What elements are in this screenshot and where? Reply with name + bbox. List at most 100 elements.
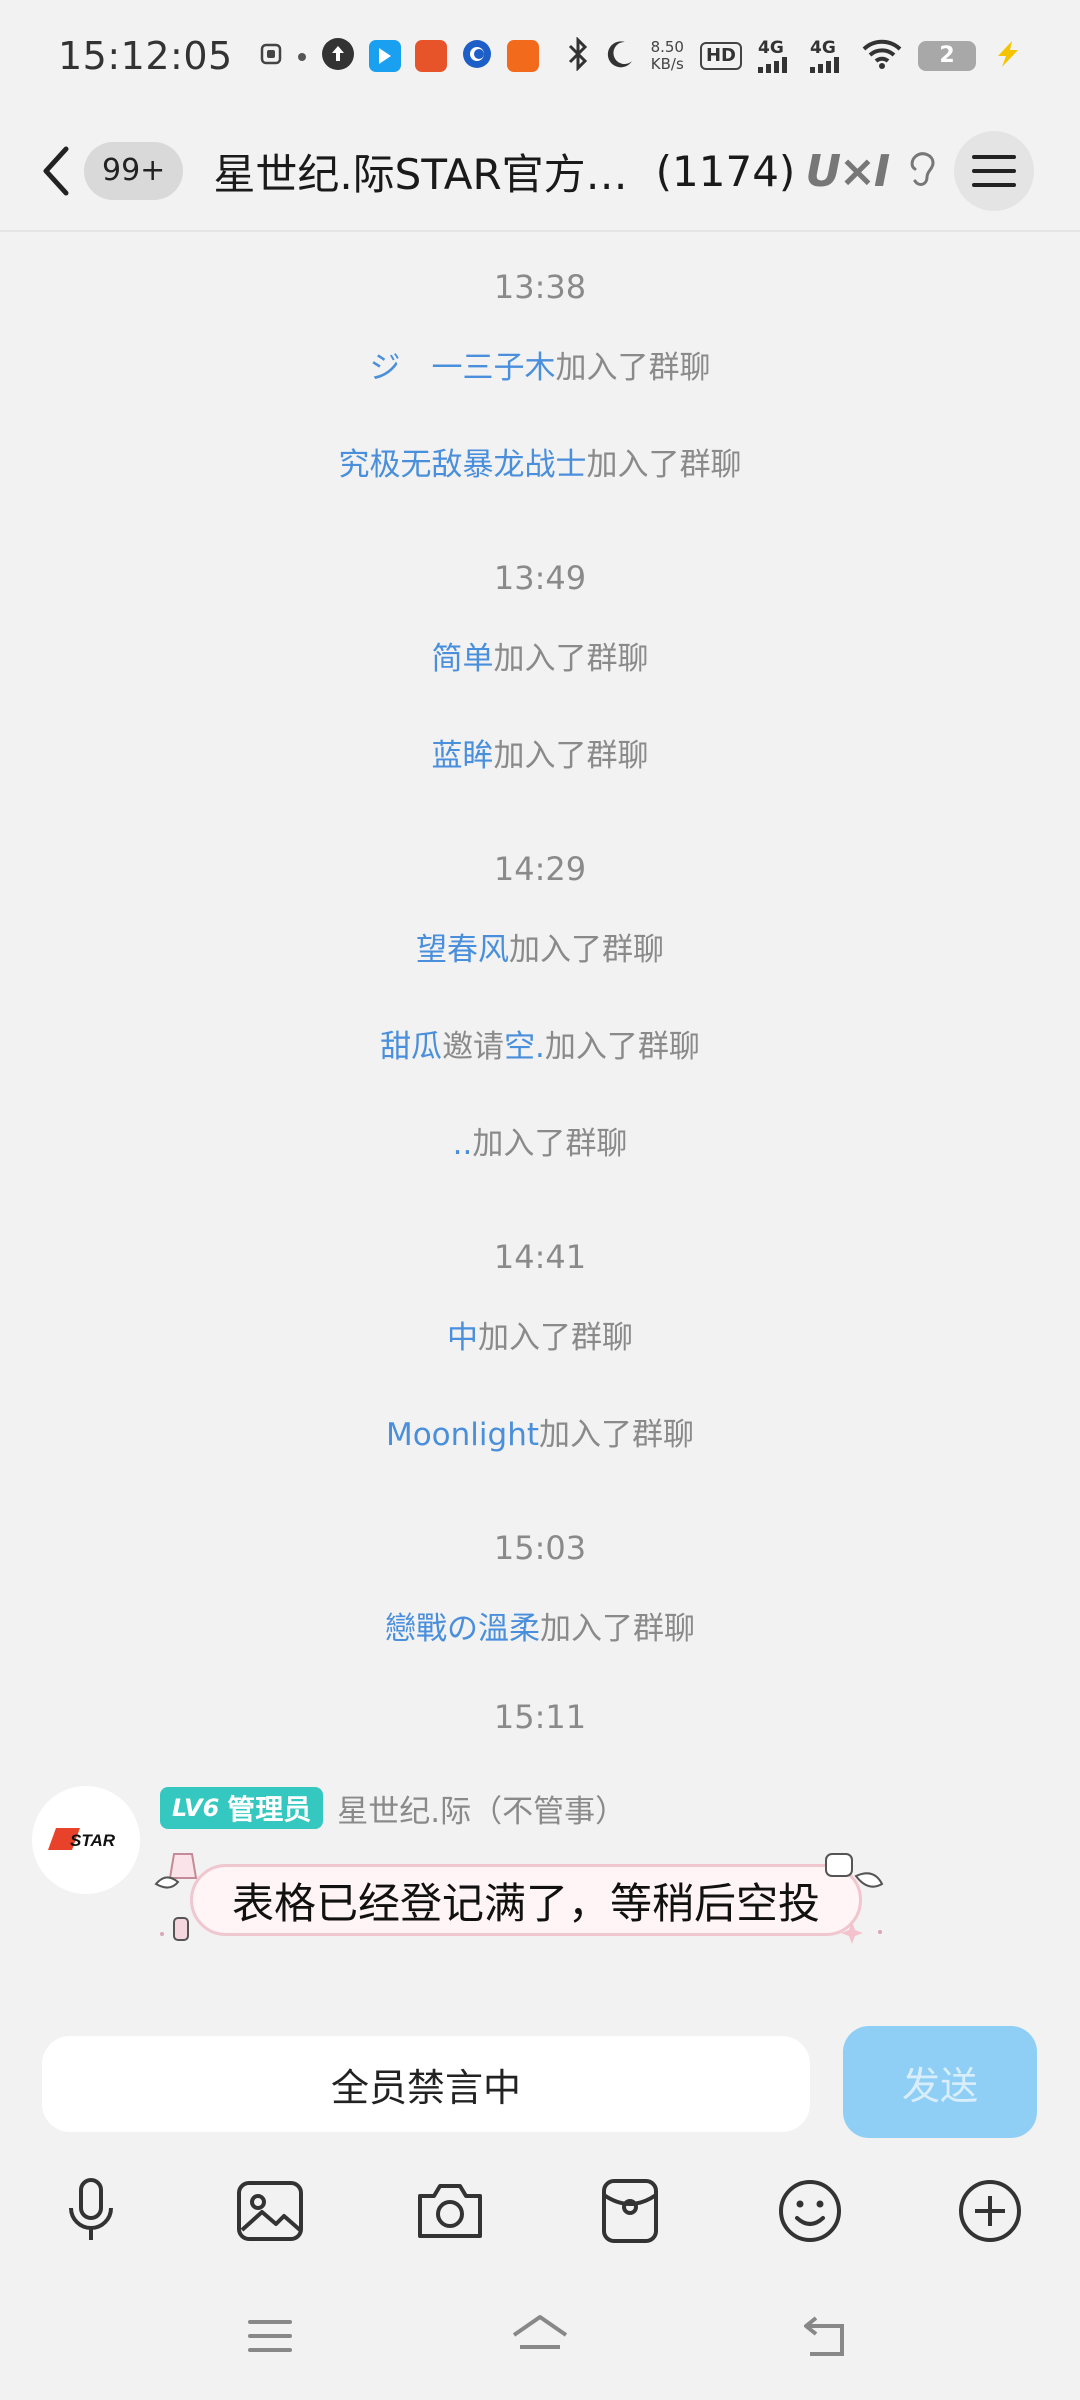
securities-app-icon <box>414 40 447 72</box>
role-label: 管理员 <box>227 1793 312 1826</box>
chevron-left-icon <box>43 146 69 196</box>
star-logo: STAR <box>48 1828 116 1850</box>
send-button[interactable]: 发送 <box>843 2026 1037 2138</box>
sim1-signal: 4G <box>758 37 794 73</box>
sim2-signal: 4G <box>810 37 846 73</box>
system-text: 加入了群聊 <box>539 1417 695 1453</box>
status-time: 15:12:05 <box>58 34 233 78</box>
system-indicators: 8.50 KB/s HD 4G 4G 2 <box>567 36 1022 75</box>
chat-header: 99+ 星世纪.际STAR官方… (1174) U×I <box>0 112 1080 232</box>
nfc-icon <box>259 42 283 70</box>
system-text: 加入了群聊 <box>493 738 649 774</box>
member-name[interactable]: 望春风 <box>416 932 509 968</box>
hd-volte-badge: HD <box>699 42 742 70</box>
member-count: (1174) <box>655 146 796 196</box>
timestamp: 13:49 <box>493 559 587 597</box>
home-icon[interactable] <box>508 2304 572 2368</box>
network-speed-value: 8.50 <box>650 38 684 56</box>
system-text: 加入了群聊 <box>493 641 649 677</box>
menu-icon[interactable] <box>238 2304 302 2368</box>
charging-bolt-icon <box>992 39 1022 73</box>
system-text: 加入了群聊 <box>478 1320 633 1356</box>
chat-message: STAR LV6 管理员 星世纪.际（不管事） 表格已经登记满了，等稍后空投 <box>32 1786 1052 1976</box>
image-icon[interactable] <box>233 2174 307 2248</box>
member-name[interactable]: Moonlight <box>386 1417 539 1453</box>
member-name[interactable]: .. <box>453 1126 473 1162</box>
app-notification-icon <box>368 40 401 72</box>
system-message: ..加入了群聊 <box>0 1118 1080 1163</box>
network-speed-unit: KB/s <box>650 55 684 73</box>
sim1-label: 4G <box>758 37 784 58</box>
bluetooth-icon <box>567 36 589 75</box>
system-message: 甜瓜邀请空.加入了群聊 <box>0 1021 1080 1066</box>
system-navigation-bar <box>0 2290 1080 2380</box>
system-text: 加入了群聊 <box>544 1029 700 1065</box>
signal-bars-icon <box>810 56 839 73</box>
muted-input-field: 全员禁言中 <box>42 2036 810 2132</box>
system-message: 中加入了群聊 <box>0 1312 1080 1357</box>
back-icon[interactable] <box>792 2304 856 2368</box>
member-name[interactable]: 简单 <box>432 641 494 677</box>
system-message: 蓝眸加入了群聊 <box>0 730 1080 775</box>
system-text: 邀请 <box>442 1029 505 1065</box>
red-packet-icon[interactable] <box>593 2174 667 2248</box>
system-text: 加入了群聊 <box>586 447 742 483</box>
member-name[interactable]: ジ 一三子木 <box>370 350 556 386</box>
status-bar: 15:12:05 8.50 KB/s HD 4G 4G 2 <box>0 0 1080 112</box>
system-text: 加入了群聊 <box>509 932 664 968</box>
hamburger-menu-icon <box>972 155 1017 187</box>
menu-button[interactable] <box>954 131 1035 211</box>
unread-count-badge[interactable]: 99+ <box>84 142 184 200</box>
system-message: 究极无敌暴龙战士加入了群聊 <box>0 439 1080 484</box>
emoji-icon[interactable] <box>773 2174 847 2248</box>
system-message: 简单加入了群聊 <box>0 633 1080 678</box>
svg-text:STAR: STAR <box>70 1831 116 1850</box>
group-title[interactable]: 星世纪.际STAR官方… <box>213 141 627 202</box>
level-label: LV6 <box>172 1794 220 1822</box>
timestamp: 14:29 <box>493 850 587 888</box>
admin-level-badge: LV6 管理员 <box>160 1787 324 1829</box>
avatar[interactable]: STAR <box>32 1786 140 1894</box>
input-toolbar <box>0 2160 1080 2250</box>
browser-icon <box>461 38 493 74</box>
group-logo: U×I <box>805 145 890 197</box>
upload-icon <box>321 37 355 75</box>
system-text: 加入了群聊 <box>540 1611 695 1647</box>
signal-bars-icon <box>758 56 787 73</box>
shopping-app-icon <box>506 40 539 72</box>
system-message: Moonlight加入了群聊 <box>0 1409 1080 1454</box>
message-bubble[interactable]: 表格已经登记满了，等稍后空投 <box>190 1864 862 1936</box>
sim2-label: 4G <box>810 37 836 58</box>
system-message: 望春风加入了群聊 <box>0 924 1080 969</box>
member-name[interactable]: 究极无敌暴龙战士 <box>339 447 587 483</box>
plus-icon[interactable] <box>953 2174 1027 2248</box>
sender-name[interactable]: 星世纪.际（不管事） <box>337 1786 626 1831</box>
message-list[interactable]: 13:38 ジ 一三子木加入了群聊 究极无敌暴龙战士加入了群聊 13:49 简单… <box>0 234 1080 2012</box>
battery-indicator: 2 <box>918 41 976 71</box>
do-not-disturb-moon-icon <box>605 39 635 73</box>
system-message: 戀戰の溫柔加入了群聊 <box>0 1603 1080 1648</box>
timestamp: 13:38 <box>493 268 587 306</box>
system-text: 加入了群聊 <box>472 1126 628 1162</box>
input-bar: 全员禁言中 发送 <box>0 2012 1080 2142</box>
sender-line: LV6 管理员 星世纪.际（不管事） <box>160 1786 626 1830</box>
wifi-icon <box>862 39 902 73</box>
member-name[interactable]: 空. <box>504 1029 545 1065</box>
member-name[interactable]: 戀戰の溫柔 <box>385 1611 540 1647</box>
dot-icon <box>297 47 307 66</box>
bubble-decoration-right-icon <box>825 1853 884 1944</box>
message-bubble-wrapper: 表格已经登记满了，等稍后空投 <box>152 1848 892 1948</box>
member-name[interactable]: 甜瓜 <box>380 1029 442 1065</box>
member-name[interactable]: 蓝眸 <box>432 738 494 774</box>
camera-icon[interactable] <box>413 2174 487 2248</box>
system-message: ジ 一三子木加入了群聊 <box>0 342 1080 387</box>
timestamp: 15:03 <box>493 1529 587 1567</box>
timestamp: 15:11 <box>493 1698 587 1736</box>
earpiece-mode-button[interactable] <box>902 146 942 196</box>
microphone-icon[interactable] <box>54 2174 128 2248</box>
member-name[interactable]: 中 <box>447 1320 478 1356</box>
system-text: 加入了群聊 <box>555 350 711 386</box>
ear-icon <box>910 152 935 186</box>
network-speed: 8.50 KB/s <box>651 39 684 73</box>
back-button[interactable] <box>38 141 78 201</box>
